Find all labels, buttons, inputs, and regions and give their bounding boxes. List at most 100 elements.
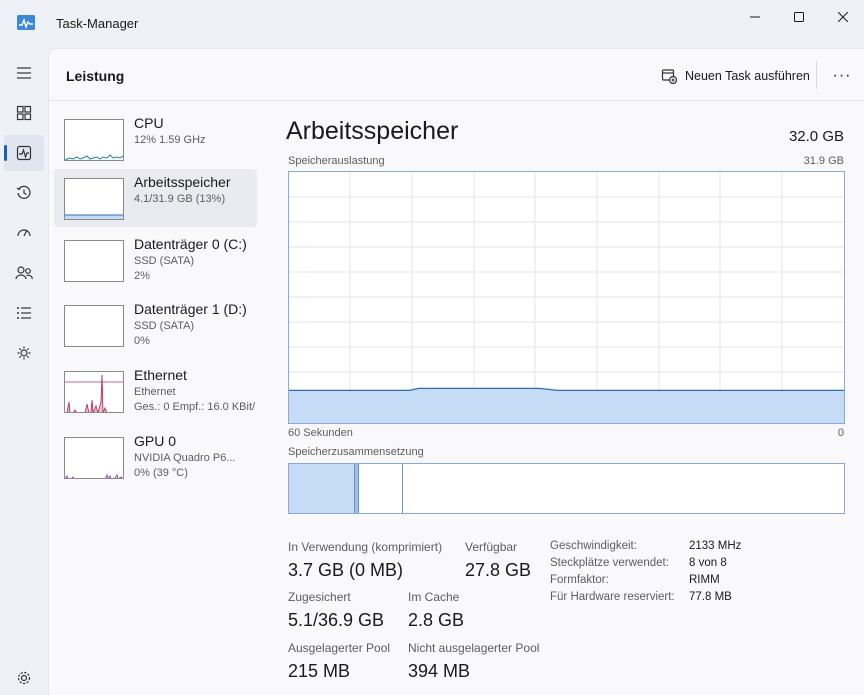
- hamburger-menu-icon: [17, 67, 31, 79]
- new-task-icon: [661, 69, 677, 84]
- close-icon: [838, 12, 848, 22]
- cached-value: 2.8 GB: [408, 610, 465, 630]
- gpu-mini-graph: [65, 473, 123, 478]
- nonpaged-pool-value: 394 MB: [408, 661, 471, 681]
- settings-icon: [17, 671, 31, 685]
- device-usage: 0% (39 °C): [134, 467, 188, 479]
- device-name: Arbeitsspeicher: [134, 174, 231, 190]
- committed-value: 5.1/36.9 GB: [288, 610, 385, 630]
- nav-users[interactable]: [4, 255, 44, 291]
- usage-graph-label: Speicherauslastung: [288, 155, 385, 167]
- maximize-icon: [794, 12, 804, 22]
- device-item-disk-0[interactable]: Datenträger 0 (C:) SSD (SATA) 2%: [54, 231, 257, 289]
- total-memory: 32.0 GB: [788, 128, 844, 145]
- nav-processes[interactable]: [4, 95, 44, 131]
- title-bar: Task-Manager: [0, 0, 864, 48]
- device-name: Datenträger 0 (C:): [134, 236, 247, 252]
- navigation-rail: [0, 48, 48, 695]
- free-segment: [404, 464, 844, 513]
- device-name: GPU 0: [134, 433, 177, 449]
- minimize-button[interactable]: [732, 0, 778, 34]
- cpu-mini-graph: [65, 154, 123, 160]
- nav-settings[interactable]: [4, 660, 44, 695]
- device-detail: 4.1/31.9 GB (13%): [134, 193, 226, 205]
- app-history-icon: [16, 185, 31, 199]
- device-detail: SSD (SATA): [134, 255, 195, 267]
- startup-apps-icon: [17, 229, 31, 237]
- in-use-value: 3.7 GB (0 MB): [288, 560, 404, 580]
- memory-usage-chart: [289, 172, 844, 423]
- run-new-task-button[interactable]: Neuen Task ausführen: [655, 61, 816, 91]
- close-button[interactable]: [820, 0, 864, 34]
- in-use-segment: [289, 464, 355, 513]
- standby-segment: [360, 464, 403, 513]
- device-throughput: Ges.: 0 Empf.: 16.0 KBit/: [134, 401, 256, 413]
- modified-segment: [355, 464, 359, 513]
- memory-composition-bar: [288, 463, 845, 514]
- device-detail: 12% 1.59 GHz: [134, 134, 206, 146]
- more-options-icon: ···: [832, 67, 852, 84]
- committed-label: Zugesichert: [288, 590, 351, 604]
- time-span-label: 60 Sekunden: [288, 427, 353, 439]
- users-icon: [15, 266, 33, 280]
- device-detail: Ethernet: [134, 386, 176, 398]
- device-detail: SSD (SATA): [134, 320, 195, 332]
- device-item-gpu[interactable]: GPU 0 NVIDIA Quadro P6... 0% (39 °C): [54, 428, 257, 486]
- paged-pool-label: Ausgelagerter Pool: [288, 641, 391, 655]
- paged-pool-value: 215 MB: [288, 661, 351, 681]
- hardware-reserved-value: 77.8 MB: [689, 591, 732, 603]
- resource-title: Arbeitsspeicher: [286, 117, 459, 145]
- device-usage: 2%: [134, 270, 150, 282]
- more-options-button[interactable]: ···: [825, 61, 859, 91]
- form-factor-label: Formfaktor:: [550, 574, 609, 586]
- available-value: 27.8 GB: [465, 560, 532, 580]
- time-end-label: 0: [837, 427, 844, 439]
- device-item-disk-1[interactable]: Datenträger 1 (D:) SSD (SATA) 0%: [54, 296, 257, 354]
- nav-startup-apps[interactable]: [4, 215, 44, 251]
- nav-performance[interactable]: [4, 135, 44, 171]
- memory-usage-area: [289, 388, 844, 423]
- performance-icon: [16, 145, 32, 161]
- device-detail: NVIDIA Quadro P6...: [134, 452, 236, 464]
- ethernet-thumbnail: [64, 371, 124, 413]
- device-item-cpu[interactable]: CPU 12% 1.59 GHz: [54, 110, 257, 168]
- memory-usage-graph: [288, 171, 845, 424]
- cpu-thumbnail: [64, 119, 124, 161]
- usage-graph-max: 31.9 GB: [803, 155, 844, 167]
- processes-icon: [16, 105, 32, 121]
- nav-app-history[interactable]: [4, 175, 44, 211]
- details-icon: [17, 307, 31, 319]
- device-name: Ethernet: [134, 367, 187, 383]
- device-usage: 0%: [134, 335, 150, 347]
- hardware-reserved-label: Für Hardware reserviert:: [550, 591, 675, 603]
- device-name: Datenträger 1 (D:): [134, 301, 247, 317]
- services-icon: [17, 346, 31, 360]
- speed-value: 2133 MHz: [689, 540, 742, 552]
- disk-1-thumbnail: [64, 305, 124, 347]
- gpu-thumbnail: [64, 437, 124, 479]
- run-new-task-label: Neuen Task ausführen: [685, 69, 810, 83]
- available-label: Verfügbar: [465, 540, 518, 554]
- form-factor-value: RIMM: [689, 574, 720, 586]
- cached-label: Im Cache: [408, 590, 460, 604]
- slots-used-value: 8 von 8: [689, 557, 727, 569]
- ethernet-mini-graph: [65, 374, 123, 412]
- composition-label: Speicherzusammensetzung: [288, 446, 424, 458]
- page-title: Leistung: [66, 68, 125, 84]
- hamburger-menu-button[interactable]: [4, 55, 44, 91]
- window-title: Task-Manager: [56, 16, 139, 31]
- in-use-label: In Verwendung (komprimiert): [288, 540, 443, 554]
- device-item-ethernet[interactable]: Ethernet Ethernet Ges.: 0 Empf.: 16.0 KB…: [54, 362, 257, 420]
- header-divider: [816, 61, 817, 89]
- maximize-button[interactable]: [776, 0, 822, 34]
- nonpaged-pool-label: Nicht ausgelagerter Pool: [408, 641, 540, 655]
- content-area: Leistung Neuen Task ausführen ··· CPU 12…: [48, 48, 864, 695]
- device-item-memory[interactable]: Arbeitsspeicher 4.1/31.9 GB (13%): [54, 169, 257, 227]
- speed-label: Geschwindigkeit:: [550, 540, 637, 552]
- memory-usage-line: [289, 387, 844, 392]
- nav-details[interactable]: [4, 295, 44, 331]
- task-manager-app-icon: [17, 15, 35, 30]
- nav-services[interactable]: [4, 335, 44, 371]
- device-name: CPU: [134, 115, 164, 131]
- slots-used-label: Steckplätze verwendet:: [550, 557, 669, 569]
